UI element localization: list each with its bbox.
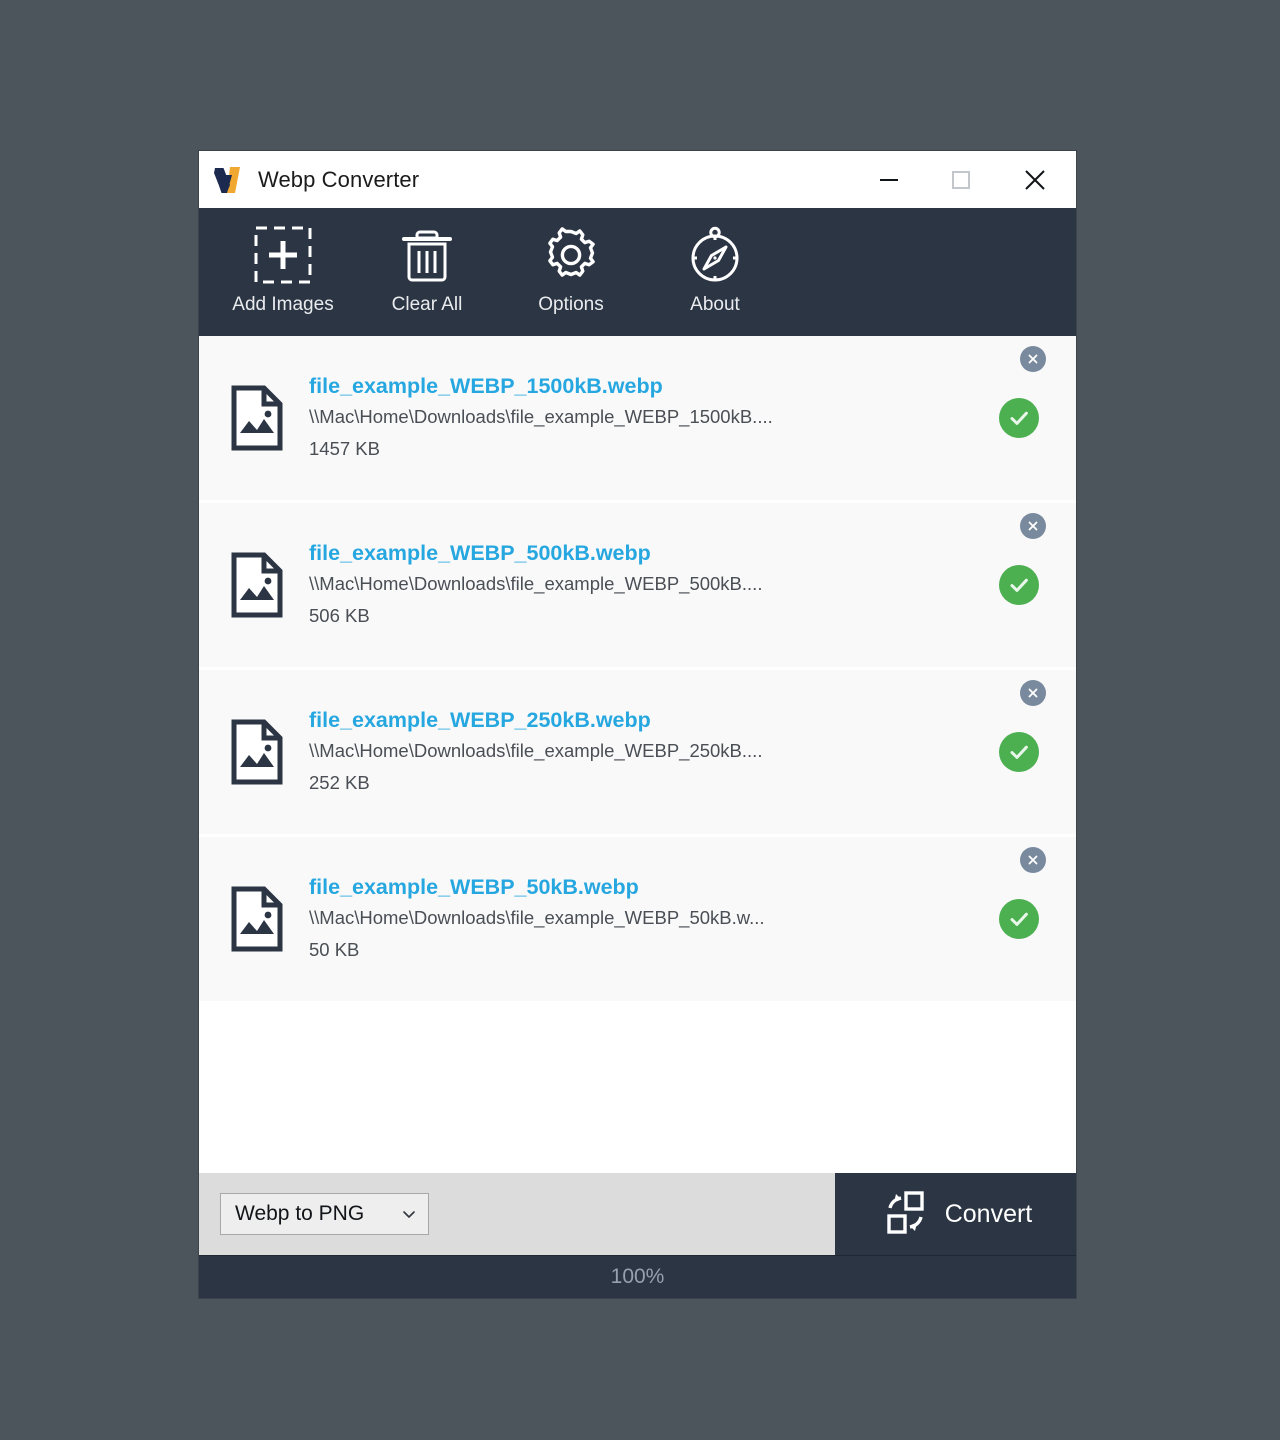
image-file-icon xyxy=(231,886,283,952)
bottom-bar: Webp to PNG Convert xyxy=(199,1173,1076,1255)
remove-icon[interactable] xyxy=(1020,680,1046,706)
status-badge xyxy=(999,565,1039,605)
toolbar-label-clear-all: Clear All xyxy=(391,294,463,315)
file-name[interactable]: file_example_WEBP_50kB.webp xyxy=(309,873,1076,902)
toolbar-button-options[interactable]: Options xyxy=(499,208,643,336)
file-meta: file_example_WEBP_250kB.webp \\Mac\Home\… xyxy=(309,706,1076,798)
file-path: \\Mac\Home\Downloads\file_example_WEBP_2… xyxy=(309,740,763,762)
table-row[interactable]: file_example_WEBP_500kB.webp \\Mac\Home\… xyxy=(199,503,1076,670)
format-select[interactable]: Webp to PNG xyxy=(220,1193,429,1235)
remove-icon[interactable] xyxy=(1020,513,1046,539)
window-controls xyxy=(858,151,1076,208)
table-row[interactable]: file_example_WEBP_50kB.webp \\Mac\Home\D… xyxy=(199,837,1076,1004)
toolbar: Add Images Clear All Options About xyxy=(199,208,1076,336)
remove-icon[interactable] xyxy=(1020,847,1046,873)
table-row[interactable]: file_example_WEBP_1500kB.webp \\Mac\Home… xyxy=(199,336,1076,503)
toolbar-label-add-images: Add Images xyxy=(232,294,334,315)
status-badge xyxy=(999,899,1039,939)
close-button[interactable] xyxy=(1004,151,1066,208)
title-bar: Webp Converter xyxy=(199,151,1076,208)
remove-icon[interactable] xyxy=(1020,346,1046,372)
format-select-value: Webp to PNG xyxy=(235,1202,365,1225)
file-name[interactable]: file_example_WEBP_250kB.webp xyxy=(309,706,1076,735)
file-size: 252 KB xyxy=(309,771,370,793)
file-name[interactable]: file_example_WEBP_1500kB.webp xyxy=(309,372,1076,401)
chevron-down-icon xyxy=(400,1205,418,1223)
toolbar-label-options: Options xyxy=(538,294,604,315)
toolbar-button-clear-all[interactable]: Clear All xyxy=(355,208,499,336)
convert-label: Convert xyxy=(944,1199,1033,1228)
file-meta: file_example_WEBP_500kB.webp \\Mac\Home\… xyxy=(309,539,1076,631)
file-name[interactable]: file_example_WEBP_500kB.webp xyxy=(309,539,1076,568)
trash-icon xyxy=(399,224,455,286)
image-file-icon xyxy=(231,719,283,785)
maximize-button[interactable] xyxy=(930,151,992,208)
app-window: Webp Converter Add Images Clear All Opti… xyxy=(199,151,1076,1298)
file-meta: file_example_WEBP_50kB.webp \\Mac\Home\D… xyxy=(309,873,1076,965)
image-file-icon xyxy=(231,552,283,618)
status-badge xyxy=(999,398,1039,438)
window-title: Webp Converter xyxy=(258,166,420,192)
progress-bar: 100% xyxy=(199,1255,1076,1298)
gear-icon xyxy=(541,224,601,286)
file-meta: file_example_WEBP_1500kB.webp \\Mac\Home… xyxy=(309,372,1076,464)
toolbar-label-about: About xyxy=(690,294,740,315)
file-size: 50 KB xyxy=(309,938,360,960)
file-size: 506 KB xyxy=(309,604,370,626)
add-images-icon xyxy=(253,224,313,286)
minimize-button[interactable] xyxy=(858,151,920,208)
file-path: \\Mac\Home\Downloads\file_example_WEBP_5… xyxy=(309,907,765,929)
table-row[interactable]: file_example_WEBP_250kB.webp \\Mac\Home\… xyxy=(199,670,1076,837)
webp-converter-logo-icon xyxy=(214,165,248,195)
minimize-icon xyxy=(880,178,898,181)
file-path: \\Mac\Home\Downloads\file_example_WEBP_1… xyxy=(309,406,773,428)
status-badge xyxy=(999,732,1039,772)
maximize-icon xyxy=(952,170,970,189)
file-path: \\Mac\Home\Downloads\file_example_WEBP_5… xyxy=(309,573,763,595)
convert-icon xyxy=(879,1188,931,1241)
file-size: 1457 KB xyxy=(309,437,380,459)
file-list[interactable]: file_example_WEBP_1500kB.webp \\Mac\Home… xyxy=(199,336,1076,1173)
convert-button[interactable]: Convert xyxy=(835,1173,1076,1255)
toolbar-button-about[interactable]: About xyxy=(643,208,787,336)
toolbar-button-add-images[interactable]: Add Images xyxy=(211,208,355,336)
compass-icon xyxy=(685,224,745,286)
close-icon xyxy=(1023,168,1047,192)
progress-label: 100% xyxy=(610,1265,665,1288)
image-file-icon xyxy=(231,385,283,451)
